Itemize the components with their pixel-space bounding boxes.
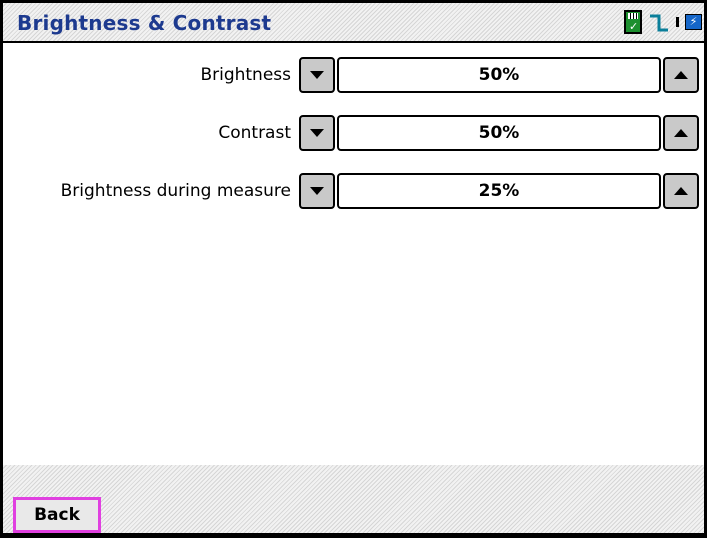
measure-brightness-spinner: 25%: [299, 173, 699, 211]
contrast-spinner: 50%: [299, 115, 699, 153]
measure-brightness-decrease-button[interactable]: [299, 173, 335, 209]
brightness-spinner: 50%: [299, 57, 699, 95]
brightness-value[interactable]: 50%: [337, 57, 661, 93]
status-icons: ⚡: [624, 9, 702, 35]
contrast-decrease-button[interactable]: [299, 115, 335, 151]
footer-bar: Back: [3, 465, 704, 535]
footer-divider: [3, 533, 704, 535]
brightness-increase-button[interactable]: [663, 57, 699, 93]
up-arrow-icon: [674, 187, 688, 195]
back-button[interactable]: Back: [13, 497, 101, 533]
title-bar: Brightness & Contrast ⚡: [3, 3, 704, 43]
setting-row-contrast: Contrast 50%: [3, 115, 704, 155]
setting-label-measure-brightness: Brightness during measure: [60, 181, 291, 201]
measure-brightness-value[interactable]: 25%: [337, 173, 661, 209]
signal-icon: [648, 11, 670, 33]
setting-row-measure-brightness: Brightness during measure 25%: [3, 173, 704, 213]
down-arrow-icon: [310, 187, 324, 195]
page-title: Brightness & Contrast: [17, 11, 272, 35]
setting-label-contrast: Contrast: [218, 123, 291, 143]
up-arrow-icon: [674, 71, 688, 79]
battery-charging-icon: ⚡: [676, 12, 702, 32]
up-arrow-icon: [674, 129, 688, 137]
measure-brightness-increase-button[interactable]: [663, 173, 699, 209]
brightness-decrease-button[interactable]: [299, 57, 335, 93]
sd-card-ok-icon: [624, 10, 642, 34]
contrast-increase-button[interactable]: [663, 115, 699, 151]
down-arrow-icon: [310, 129, 324, 137]
down-arrow-icon: [310, 71, 324, 79]
device-screen: Brightness & Contrast ⚡ Brightness 50%: [0, 0, 707, 538]
setting-row-brightness: Brightness 50%: [3, 57, 704, 97]
setting-label-brightness: Brightness: [200, 65, 291, 85]
contrast-value[interactable]: 50%: [337, 115, 661, 151]
